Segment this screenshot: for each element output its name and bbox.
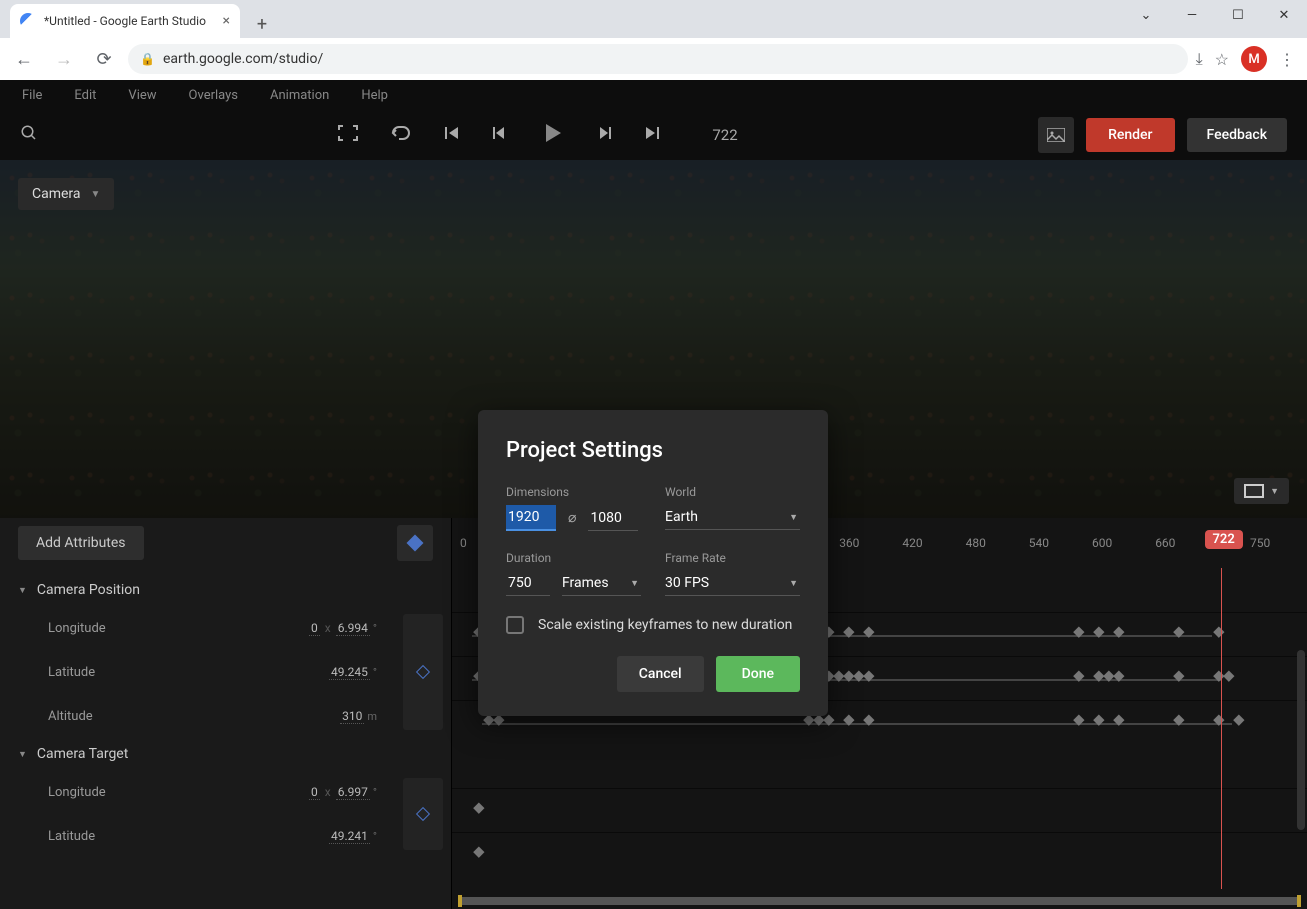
- favicon-icon: [20, 13, 36, 29]
- height-input[interactable]: [588, 506, 638, 531]
- search-icon[interactable]: [20, 124, 38, 146]
- url-field[interactable]: 🔒 earth.google.com/studio/: [128, 44, 1188, 74]
- world-select[interactable]: Earth▼: [665, 505, 800, 530]
- forward-button[interactable]: →: [48, 43, 80, 75]
- new-tab-button[interactable]: +: [248, 10, 276, 38]
- profile-avatar[interactable]: M: [1241, 46, 1267, 72]
- render-button[interactable]: Render: [1086, 118, 1174, 152]
- bookmark-icon[interactable]: ☆: [1215, 50, 1229, 69]
- menu-edit[interactable]: Edit: [74, 88, 96, 103]
- duration-input[interactable]: [506, 571, 550, 596]
- scale-keyframes-label: Scale existing keyframes to new duration: [538, 617, 792, 633]
- rectangle-icon: [1244, 484, 1264, 498]
- attr-row-altitude[interactable]: Altitude 310m: [0, 694, 395, 738]
- track-target-longitude[interactable]: [452, 788, 1307, 832]
- chevron-down-icon: ▼: [789, 512, 798, 523]
- attr-row-target-latitude[interactable]: Latitude 49.241°: [0, 814, 395, 858]
- caret-down-icon: ▼: [18, 585, 27, 596]
- address-bar: ← → ⟳ 🔒 earth.google.com/studio/ ⤓ ☆ M ⋮: [0, 38, 1307, 80]
- install-icon[interactable]: ⤓: [1196, 49, 1203, 69]
- attr-row-latitude[interactable]: Latitude 49.245°: [0, 650, 395, 694]
- back-button[interactable]: ←: [8, 43, 40, 75]
- skip-start-icon[interactable]: [444, 125, 460, 145]
- menu-help[interactable]: Help: [361, 88, 388, 103]
- step-back-icon[interactable]: [492, 125, 508, 145]
- window-minimize-button[interactable]: —: [1169, 0, 1215, 30]
- timeline-scrollbar[interactable]: [458, 897, 1301, 905]
- current-frame[interactable]: 722: [712, 126, 737, 144]
- done-button[interactable]: Done: [716, 656, 800, 692]
- chevron-down-icon: ▼: [1270, 486, 1279, 497]
- step-forward-icon[interactable]: [596, 125, 612, 145]
- kebab-menu-icon[interactable]: ⋮: [1279, 50, 1295, 69]
- skip-end-icon[interactable]: [644, 125, 660, 145]
- tab-bar: *Untitled - Google Earth Studio × + ⌄ — …: [0, 0, 1307, 38]
- attributes-panel: Add Attributes ▼ Camera Position Longitu…: [0, 518, 452, 909]
- dimensions-label: Dimensions: [506, 485, 641, 499]
- diamond-icon: [407, 535, 424, 552]
- lock-icon: 🔒: [140, 52, 155, 66]
- close-tab-icon[interactable]: ×: [223, 13, 230, 29]
- chevron-down-icon: ▼: [630, 578, 639, 589]
- camera-dropdown[interactable]: Camera ▼: [18, 178, 114, 210]
- playhead-line[interactable]: [1221, 568, 1222, 889]
- attr-row-longitude[interactable]: Longitude 0x6.994°: [0, 606, 395, 650]
- link-icon[interactable]: ⌀: [568, 510, 576, 526]
- toolbar: 722 Render Feedback: [0, 110, 1307, 160]
- menu-overlays[interactable]: Overlays: [189, 88, 238, 103]
- world-label: World: [665, 485, 800, 499]
- menu-file[interactable]: File: [22, 88, 42, 103]
- keyframe-button[interactable]: [397, 525, 433, 561]
- earth-studio-app: File Edit View Overlays Animation Help 7…: [0, 80, 1307, 909]
- browser-chrome: *Untitled - Google Earth Studio × + ⌄ — …: [0, 0, 1307, 80]
- tab-search-icon[interactable]: ⌄: [1123, 0, 1169, 30]
- framerate-select[interactable]: 30 FPS▼: [665, 571, 800, 596]
- project-settings-modal: Project Settings Dimensions ⌀ World Eart…: [478, 410, 828, 716]
- menu-animation[interactable]: Animation: [270, 88, 329, 103]
- vertical-scrollbar[interactable]: [1297, 650, 1305, 830]
- diamond-icon: [416, 665, 430, 679]
- duration-unit-select[interactable]: Frames▼: [562, 571, 641, 596]
- tab-title: *Untitled - Google Earth Studio: [44, 14, 215, 28]
- fullscreen-icon[interactable]: [338, 125, 358, 145]
- add-attributes-button[interactable]: Add Attributes: [18, 526, 144, 560]
- group-header-camera-position[interactable]: ▼ Camera Position: [0, 574, 451, 606]
- track-target-latitude[interactable]: [452, 832, 1307, 876]
- play-button[interactable]: [540, 121, 564, 149]
- group-header-camera-target[interactable]: ▼ Camera Target: [0, 738, 451, 770]
- attr-row-target-longitude[interactable]: Longitude 0x6.997°: [0, 770, 395, 814]
- menu-view[interactable]: View: [128, 88, 156, 103]
- snapshot-icon[interactable]: [1038, 117, 1074, 153]
- modal-title: Project Settings: [506, 438, 800, 463]
- browser-tab[interactable]: *Untitled - Google Earth Studio ×: [10, 4, 240, 38]
- diamond-icon: [416, 807, 430, 821]
- caret-down-icon: ▼: [18, 749, 27, 760]
- url-text: earth.google.com/studio/: [163, 51, 323, 67]
- playback-controls: 722: [38, 121, 1038, 149]
- app-menu-bar: File Edit View Overlays Animation Help: [0, 80, 1307, 110]
- loop-icon[interactable]: [390, 125, 412, 145]
- keyframe-column[interactable]: [403, 778, 443, 850]
- scale-keyframes-checkbox[interactable]: [506, 616, 524, 634]
- reload-button[interactable]: ⟳: [88, 43, 120, 75]
- cancel-button[interactable]: Cancel: [617, 656, 704, 692]
- window-close-button[interactable]: ✕: [1261, 0, 1307, 30]
- chevron-down-icon: ▼: [789, 578, 798, 589]
- width-input[interactable]: [506, 505, 556, 531]
- keyframe-column[interactable]: [403, 614, 443, 730]
- aspect-ratio-button[interactable]: ▼: [1234, 478, 1289, 504]
- window-maximize-button[interactable]: ☐: [1215, 0, 1261, 30]
- feedback-button[interactable]: Feedback: [1187, 118, 1287, 152]
- framerate-label: Frame Rate: [665, 551, 800, 565]
- duration-label: Duration: [506, 551, 641, 565]
- chevron-down-icon: ▼: [91, 189, 101, 200]
